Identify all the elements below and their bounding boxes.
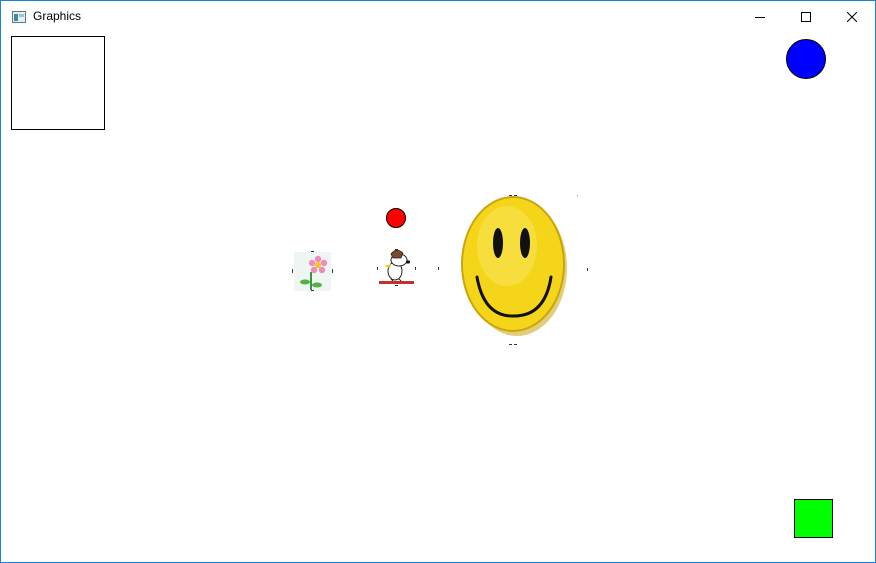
- app-window: Graphics: [0, 0, 876, 563]
- app-window-icon: [12, 10, 26, 23]
- close-icon: [847, 11, 857, 22]
- close-button[interactable]: [829, 1, 875, 32]
- snoopy-sprite: [377, 249, 439, 286]
- green-square: [794, 499, 833, 538]
- minimize-icon: [755, 16, 765, 18]
- outlined-square: [11, 36, 105, 130]
- smiley-face-sprite: [461, 195, 588, 345]
- blue-circle: [786, 39, 826, 79]
- red-circle: [386, 208, 406, 228]
- maximize-icon: [801, 11, 811, 22]
- minimize-button[interactable]: [737, 1, 783, 32]
- drawing-canvas[interactable]: [1, 32, 875, 562]
- flower-sprite: [292, 251, 333, 291]
- window-title: Graphics: [33, 9, 82, 23]
- maximize-button[interactable]: [783, 1, 829, 32]
- title-bar[interactable]: Graphics: [1, 1, 875, 32]
